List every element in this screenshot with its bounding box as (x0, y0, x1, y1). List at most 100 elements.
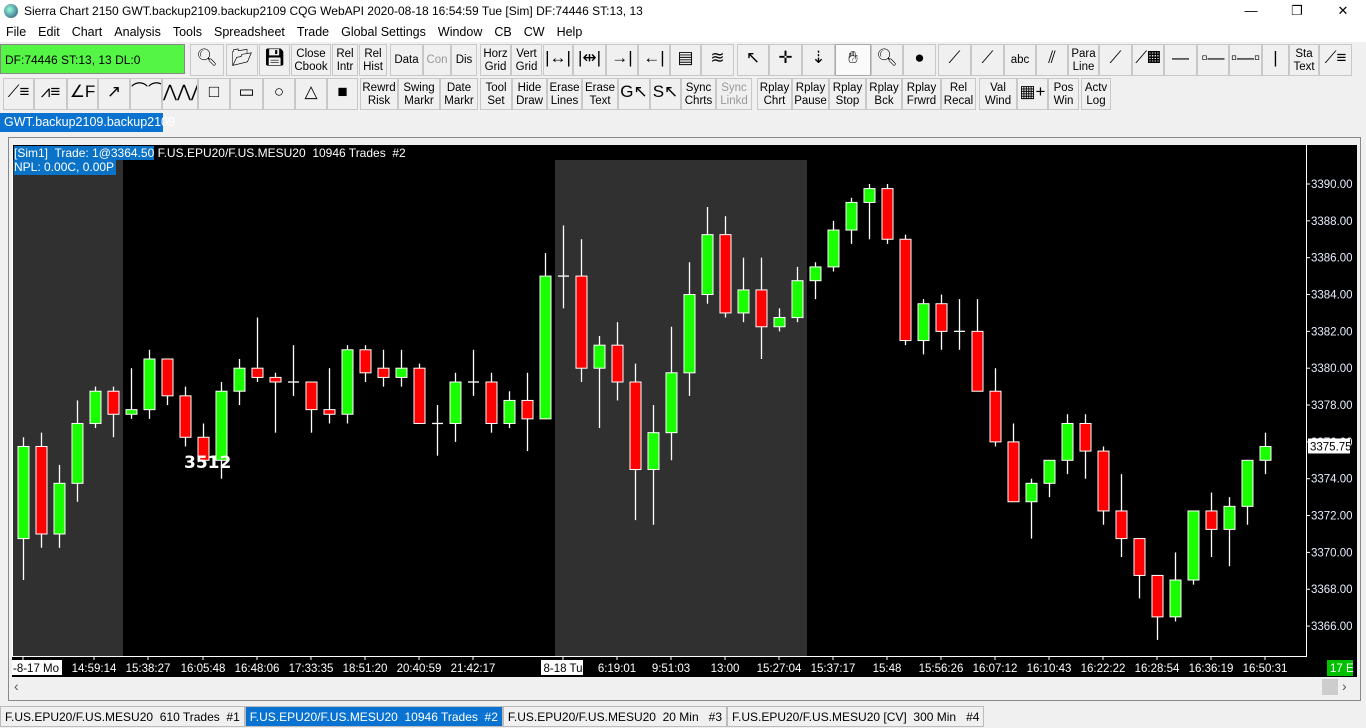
horz-grid-button[interactable]: Horz Grid (480, 44, 511, 76)
horizontal-scrollbar[interactable]: ‹ › (12, 678, 1357, 696)
arc-button[interactable]: ⌒⌒ (130, 78, 162, 110)
pos-win-button[interactable]: Pos Win (1048, 78, 1079, 110)
scroll-right-icon[interactable]: › (1342, 678, 1347, 694)
menu-global-settings[interactable]: Global Settings (335, 22, 432, 42)
open-folder-button[interactable]: 📂︎ (226, 44, 258, 76)
calculator-line-button[interactable]: ⟋▦ (1132, 44, 1164, 76)
arrow-button[interactable]: ↗ (98, 78, 130, 110)
trade-window-button[interactable]: ▦+ (1017, 78, 1048, 110)
chart-tab-3[interactable]: F.US.EPU20/F.US.MESU20 20 Min #3 (502, 706, 727, 727)
compress-space-button[interactable]: |⇹| (573, 44, 606, 76)
pointer-button[interactable]: ↖ (737, 44, 769, 76)
menu-spreadsheet[interactable]: Spreadsheet (208, 22, 291, 42)
menu-window[interactable]: Window (432, 22, 488, 42)
chartbook-tab[interactable]: GWT.backup2109.backup2109 (0, 113, 175, 132)
menu-help[interactable]: Help (551, 22, 589, 42)
sta-text-button[interactable]: Sta Text (1289, 44, 1319, 76)
shift-left-button[interactable]: ←|→ (638, 44, 670, 76)
sync-chrts-button[interactable]: Sync Chrts (681, 78, 716, 110)
studies-button[interactable]: ≋ (701, 44, 734, 76)
candle-down (611, 344, 624, 383)
horizontal-ray-button[interactable]: ▫— (1197, 44, 1229, 76)
hand-pan-button[interactable]: ✋︎ (835, 44, 871, 76)
rplay-frwrd-button[interactable]: Rplay Frwrd (902, 78, 941, 110)
values-button[interactable]: ⇣ (802, 44, 835, 76)
fib-retracement-button[interactable]: ⟋≡ (1319, 44, 1352, 76)
menu-file[interactable]: File (0, 22, 32, 42)
extended-line-button[interactable]: ⟋ (1099, 44, 1132, 76)
sync-linkd-button[interactable]: Sync Linkd (716, 78, 752, 110)
ellipse-button[interactable]: ○ (263, 78, 295, 110)
para-line-button[interactable]: Para Line (1068, 44, 1099, 76)
expand-space-button[interactable]: |↔| (543, 44, 573, 76)
erase-text-button[interactable]: Erase Text (582, 78, 618, 110)
abc-button[interactable]: abc (1004, 44, 1036, 76)
fib-projection-button[interactable]: ⩘≡ (34, 78, 67, 110)
rewrd-risk-button[interactable]: Rewrd Risk (360, 78, 398, 110)
horizontal-segment-button[interactable]: ▫—▫ (1229, 44, 1262, 76)
erase-lines-button[interactable]: Erase Lines (547, 78, 582, 110)
ray-button[interactable]: ⟋ (971, 44, 1004, 76)
marker-button[interactable]: ■ (327, 78, 358, 110)
chart-tab-4[interactable]: F.US.EPU20/F.US.MESU20 [CV] 300 Min #4 (727, 706, 985, 727)
swing-markr-button[interactable]: Swing Markr (398, 78, 440, 110)
zoom-button[interactable]: 🔍︎ (871, 44, 903, 76)
x-time-label: 18:51:20 (343, 663, 388, 675)
button-label: Swing (403, 82, 435, 94)
global-cursor-button[interactable]: G↖ (618, 78, 650, 110)
minimize-button[interactable]: — (1228, 0, 1274, 22)
chart-settings-button[interactable]: ▤ (670, 44, 701, 76)
gray-zoom-button[interactable]: ● (903, 44, 936, 76)
menu-cb[interactable]: CB (488, 22, 517, 42)
dis-button[interactable]: Dis (451, 44, 477, 76)
rel-recal-button[interactable]: Rel Recal (941, 78, 976, 110)
candle-up (917, 303, 930, 342)
rplay-stop-button[interactable]: Rplay Stop (829, 78, 866, 110)
rplay-chrt-button[interactable]: Rplay Chrt (757, 78, 792, 110)
rel-hist-button[interactable]: Rel Hist (359, 44, 387, 76)
data-button[interactable]: Data (390, 44, 423, 76)
triangle-button[interactable]: △ (295, 78, 327, 110)
scroll-thumb[interactable] (1322, 679, 1338, 695)
zigzag-button[interactable]: ⋀⋀⋀ (162, 78, 198, 110)
parallel-lines-button[interactable]: ⫽ (1036, 44, 1068, 76)
menu-tools[interactable]: Tools (167, 22, 208, 42)
actv-log-button[interactable]: Actv Log (1081, 78, 1111, 110)
line-button[interactable]: ⟋ (938, 44, 971, 76)
chart-tab-2[interactable]: F.US.EPU20/F.US.MESU20 10946 Trades #2 (244, 706, 503, 727)
rplay-pause-button[interactable]: Rplay Pause (792, 78, 829, 110)
close-cbook-button[interactable]: Close Cbook (291, 44, 331, 76)
candle-up (503, 399, 516, 424)
vertical-line-button[interactable]: | (1262, 44, 1289, 76)
menu-edit[interactable]: Edit (32, 22, 66, 42)
menu-trade[interactable]: Trade (291, 22, 335, 42)
horizontal-line-button[interactable]: — (1164, 44, 1197, 76)
rectangle-button[interactable]: □ (198, 78, 230, 110)
chart-tab-1[interactable]: F.US.EPU20/F.US.MESU20 610 Trades #1 (0, 706, 245, 727)
button-label: Lines (550, 94, 579, 107)
menu-analysis[interactable]: Analysis (108, 22, 167, 42)
candle-down (251, 367, 264, 378)
menu-chart[interactable]: Chart (66, 22, 109, 42)
scroll-left-icon[interactable]: ‹ (14, 678, 19, 694)
price-chart[interactable]: 3390.00 3388.00 3386.00 3384.00 3382.00 3380.… (12, 145, 1357, 677)
fan-button[interactable]: ∠F (67, 78, 98, 110)
rplay-bck-button[interactable]: Rplay Bck (866, 78, 902, 110)
vert-grid-button[interactable]: Vert Grid (511, 44, 542, 76)
close-button[interactable]: ✕ (1320, 0, 1366, 22)
hide-draw-button[interactable]: Hide Draw (512, 78, 547, 110)
rel-intr-button[interactable]: Rel Intr (332, 44, 358, 76)
maximize-button[interactable]: ❐ (1274, 0, 1320, 22)
val-wind-button[interactable]: Val Wind (979, 78, 1017, 110)
tool-set-button[interactable]: Tool Set (480, 78, 512, 110)
symbol-search-button[interactable]: 🔍︎ (190, 44, 224, 76)
crosshair-button[interactable]: ✛ (769, 44, 802, 76)
shift-right-button[interactable]: →|← (606, 44, 638, 76)
fib-extension-button[interactable]: ⟋≡ (3, 78, 34, 110)
wide-rectangle-button[interactable]: ▭ (230, 78, 263, 110)
menu-cw[interactable]: CW (518, 22, 551, 42)
save-button[interactable]: 💾︎ (259, 44, 290, 76)
snap-cursor-button[interactable]: S↖ (650, 78, 681, 110)
date-markr-button[interactable]: Date Markr (440, 78, 478, 110)
con-button[interactable]: Con (423, 44, 451, 76)
